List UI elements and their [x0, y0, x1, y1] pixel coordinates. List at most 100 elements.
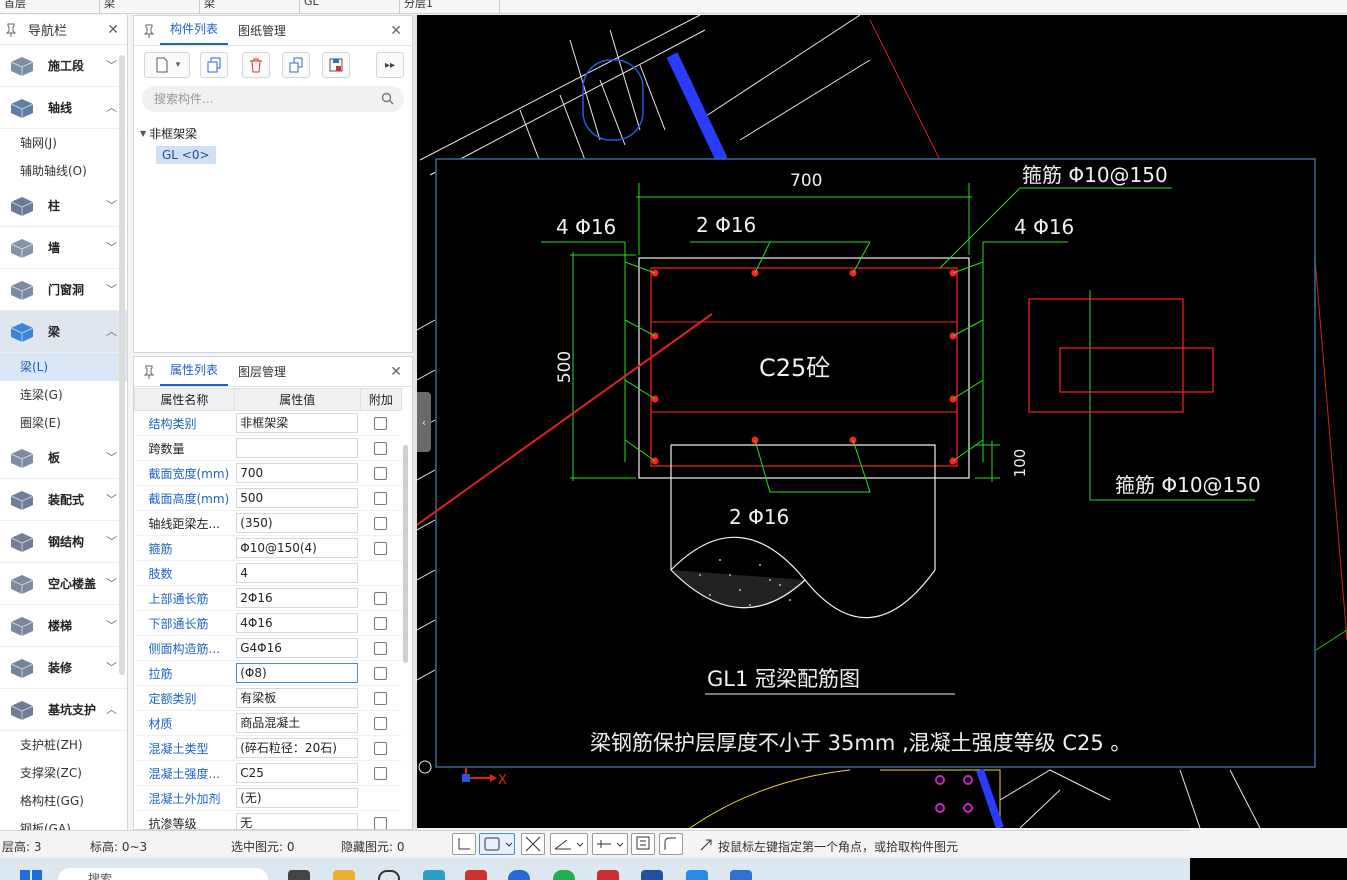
attach-checkbox[interactable] — [374, 541, 388, 555]
property-value-input[interactable]: 有梁板 — [236, 688, 359, 708]
property-value-input[interactable] — [236, 438, 359, 458]
property-value-input[interactable]: (无) — [236, 788, 359, 808]
tab-drawing-management[interactable]: 图纸管理 — [228, 16, 296, 45]
search-input[interactable]: 搜索构件... — [142, 86, 404, 112]
angle-button[interactable] — [550, 833, 588, 855]
property-value-input[interactable]: 商品混凝土 — [236, 713, 359, 733]
nav-category-8[interactable]: 钢结构 ﹀ — [0, 521, 127, 563]
component-selector[interactable]: GL — [300, 0, 400, 13]
property-value-input[interactable]: 500 — [236, 488, 359, 508]
more-tools-button[interactable]: ▸▸ — [376, 52, 404, 78]
pin-icon[interactable] — [4, 23, 18, 37]
property-value-input[interactable]: (碎石粒径：20石) — [236, 738, 359, 758]
chevron-up-icon[interactable]: ︿ — [106, 701, 117, 717]
nav-category-6[interactable]: 板 ﹀ — [0, 437, 127, 479]
chevron-down-icon[interactable]: ﹀ — [106, 617, 117, 633]
attach-checkbox[interactable] — [374, 516, 388, 530]
folder-icon[interactable] — [333, 870, 355, 880]
property-value-input[interactable]: 700 — [236, 463, 359, 483]
property-value-input[interactable]: 4 — [236, 563, 359, 583]
chevron-down-icon[interactable]: ﹀ — [106, 239, 117, 255]
tab-layer-management[interactable]: 图层管理 — [228, 357, 296, 386]
attach-checkbox[interactable] — [374, 466, 388, 480]
chevron-down-icon[interactable]: ﹀ — [106, 659, 117, 675]
chevron-up-icon[interactable]: ︿ — [106, 99, 117, 115]
chevron-up-icon[interactable]: ︿ — [106, 323, 117, 339]
attach-checkbox[interactable] — [374, 441, 388, 455]
nav-category-4[interactable]: 门窗洞 ﹀ — [0, 269, 127, 311]
close-icon[interactable]: ✕ — [107, 22, 119, 38]
layer-selector[interactable]: 分层1 — [400, 0, 500, 13]
attach-checkbox[interactable] — [374, 741, 388, 755]
app-icon-4[interactable] — [597, 870, 619, 880]
attach-checkbox[interactable] — [374, 666, 388, 680]
chevron-down-icon[interactable]: ﹀ — [106, 575, 117, 591]
app-icon-3[interactable] — [508, 870, 530, 880]
property-value-input[interactable]: 无 — [236, 813, 359, 829]
property-value-input[interactable]: C25 — [236, 763, 359, 783]
category-selector[interactable]: 梁 — [100, 0, 200, 13]
tab-property-list[interactable]: 属性列表 — [160, 357, 229, 386]
cross-snap-button[interactable] — [521, 833, 545, 855]
type-selector[interactable]: 梁 — [200, 0, 300, 13]
attach-checkbox[interactable] — [374, 641, 388, 655]
save-component-button[interactable] — [322, 52, 350, 78]
nav-scrollbar[interactable] — [119, 55, 125, 675]
nav-subitem[interactable]: 支撑梁(ZC) — [0, 759, 127, 787]
attach-checkbox[interactable] — [374, 816, 388, 829]
dynamic-input-button[interactable] — [592, 833, 628, 855]
nav-subitem[interactable]: 梁(L) — [0, 353, 127, 381]
nav-category-12[interactable]: 基坑支护 ︿ — [0, 689, 127, 731]
property-value-input[interactable]: (Φ8) — [236, 663, 359, 683]
app-icon-7[interactable] — [730, 870, 752, 880]
nav-subitem[interactable]: 连梁(G) — [0, 381, 127, 409]
chevron-down-icon[interactable]: ﹀ — [106, 197, 117, 213]
app-icon-5[interactable] — [641, 870, 663, 880]
attach-checkbox[interactable] — [374, 591, 388, 605]
collapse-triangle-icon[interactable]: ▼ — [140, 129, 146, 138]
nav-subitem[interactable]: 圈梁(E) — [0, 409, 127, 437]
nav-category-7[interactable]: 装配式 ﹀ — [0, 479, 127, 521]
nav-category-2[interactable]: 柱 ﹀ — [0, 185, 127, 227]
nav-category-1[interactable]: 轴线 ︿ — [0, 87, 127, 129]
arc-button[interactable] — [659, 833, 683, 855]
collapse-handle[interactable]: ‹ — [417, 392, 431, 452]
property-value-input[interactable]: 4Φ16 — [236, 613, 359, 633]
nav-subitem[interactable]: 轴网(J) — [0, 129, 127, 157]
browser-icon[interactable] — [378, 870, 400, 880]
delete-component-button[interactable] — [242, 52, 270, 78]
display-button[interactable] — [631, 833, 655, 855]
cad-drawing-canvas[interactable]: 700 500 100 箍筋 Φ10@150 箍筋 Φ10@150 4 Φ16 … — [417, 15, 1347, 828]
property-value-input[interactable]: G4Φ16 — [236, 638, 359, 658]
tree-group[interactable]: ▼ 非框架梁 — [140, 123, 216, 143]
pin-icon[interactable] — [142, 24, 156, 38]
new-component-button[interactable]: ▾ — [144, 52, 190, 78]
nav-subitem[interactable]: 辅助轴线(O) — [0, 157, 127, 185]
search-icon[interactable] — [381, 92, 394, 105]
object-snap-button[interactable] — [479, 833, 515, 855]
nav-category-11[interactable]: 装修 ﹀ — [0, 647, 127, 689]
close-icon[interactable]: ✕ — [390, 364, 402, 380]
property-scrollbar[interactable] — [403, 445, 408, 663]
chevron-down-icon[interactable]: ﹀ — [106, 533, 117, 549]
close-icon[interactable]: ✕ — [390, 23, 402, 39]
tab-component-list[interactable]: 构件列表 — [160, 14, 229, 45]
app-icon-2[interactable] — [465, 870, 487, 880]
floor-selector[interactable]: 首层 — [0, 0, 100, 13]
chevron-down-icon[interactable]: ﹀ — [106, 281, 117, 297]
nav-subitem[interactable]: 钢板(GA) — [0, 815, 127, 830]
attach-checkbox[interactable] — [374, 766, 388, 780]
tree-item-gl[interactable]: GL <0> — [156, 146, 216, 164]
nav-category-9[interactable]: 空心楼盖 ﹀ — [0, 563, 127, 605]
property-value-input[interactable]: 2Φ16 — [236, 588, 359, 608]
attach-checkbox[interactable] — [374, 616, 388, 630]
copy-to-floor-button[interactable] — [282, 52, 310, 78]
wechat-icon[interactable] — [553, 870, 575, 880]
nav-category-5[interactable]: 梁 ︿ — [0, 311, 127, 353]
attach-checkbox[interactable] — [374, 491, 388, 505]
attach-checkbox[interactable] — [374, 716, 388, 730]
windows-start-icon[interactable] — [20, 870, 42, 880]
chevron-down-icon[interactable]: ﹀ — [106, 491, 117, 507]
attach-checkbox[interactable] — [374, 691, 388, 705]
pin-icon[interactable] — [142, 365, 156, 379]
